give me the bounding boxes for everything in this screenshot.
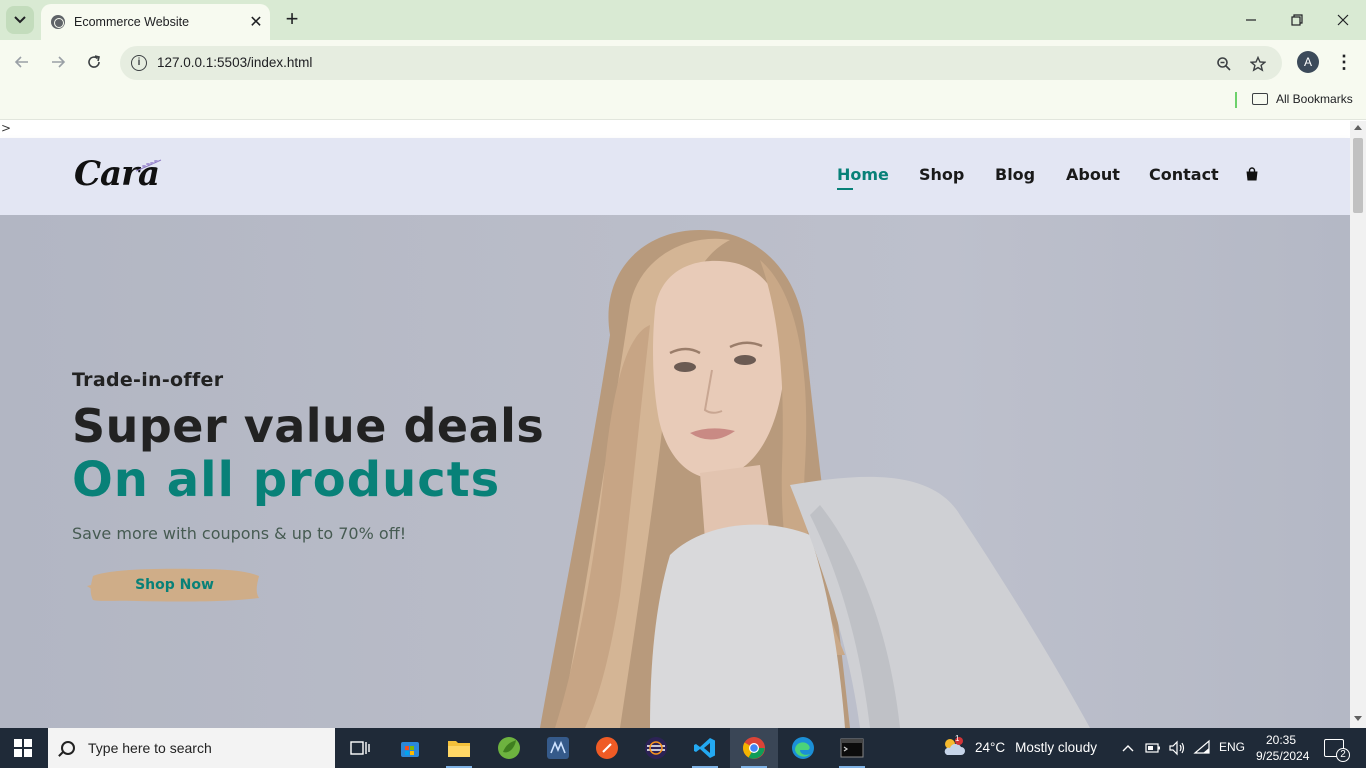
terminal-icon[interactable] <box>828 728 876 768</box>
more-menu-icon[interactable]: ⋮ <box>1334 51 1354 73</box>
nav-home[interactable]: Home <box>837 165 889 190</box>
wifi-icon[interactable] <box>1193 739 1211 760</box>
all-bookmarks-button[interactable]: All Bookmarks <box>1252 92 1353 106</box>
bookmark-star-icon[interactable] <box>1248 54 1268 74</box>
hero-headline: Super value deals <box>72 399 545 453</box>
site-info-icon[interactable]: i <box>131 55 147 71</box>
shop-now-button[interactable]: Shop Now <box>87 564 262 606</box>
taskbar-clock[interactable]: 20:35 9/25/2024 <box>1256 732 1310 764</box>
site-header: Cara Home Shop Blog About Contact <box>0 138 1350 215</box>
weather-widget[interactable]: 1 24°C Mostly cloudy <box>941 734 1097 757</box>
all-bookmarks-label: All Bookmarks <box>1276 92 1353 106</box>
page-scrollbar[interactable] <box>1350 121 1366 728</box>
zoom-icon[interactable] <box>1214 54 1234 74</box>
hero-kicker: Trade-in-offer <box>72 369 224 391</box>
search-icon <box>61 741 75 755</box>
chevron-down-icon <box>14 16 26 24</box>
scrollbar-thumb[interactable] <box>1353 138 1363 213</box>
clock-time: 20:35 <box>1265 733 1297 747</box>
browser-tab-bar: Ecommerce Website ✕ + <box>0 0 1366 40</box>
nav-contact[interactable]: Contact <box>1149 165 1219 184</box>
minimize-button[interactable] <box>1239 8 1263 32</box>
language-indicator[interactable]: ENG <box>1219 740 1245 754</box>
volume-icon[interactable] <box>1168 739 1186 760</box>
search-placeholder: Type here to search <box>88 740 212 756</box>
windows-taskbar: Type here to search 1 24°C Mostly cloudy <box>0 728 1366 768</box>
notification-count-badge: 2 <box>1336 748 1350 762</box>
postman-icon[interactable] <box>583 728 631 768</box>
globe-icon <box>51 15 65 29</box>
nav-blog[interactable]: Blog <box>995 165 1035 184</box>
forward-icon[interactable] <box>46 50 70 74</box>
address-url: 127.0.0.1:5503/index.html <box>157 55 313 70</box>
nav-about[interactable]: About <box>1066 165 1120 184</box>
bookmarks-separator <box>1235 92 1237 108</box>
windows-start-icon[interactable] <box>14 739 32 757</box>
folder-icon <box>1252 93 1268 105</box>
shopping-bag-icon[interactable] <box>1245 167 1259 181</box>
hero-section: Trade-in-offer Super value deals On all … <box>0 215 1350 728</box>
reload-icon[interactable] <box>82 50 106 74</box>
tab-title: Ecommerce Website <box>74 15 190 29</box>
spring-tool-icon[interactable] <box>485 728 533 768</box>
task-view-icon[interactable] <box>336 728 384 768</box>
clock-date: 9/25/2024 <box>1256 749 1310 763</box>
cloudy-weather-icon <box>941 737 965 757</box>
restore-button[interactable] <box>1285 8 1309 32</box>
taskbar-search-box[interactable]: Type here to search <box>48 728 335 768</box>
shop-now-label: Shop Now <box>135 577 214 593</box>
lavender-sprig-icon <box>136 159 162 172</box>
browser-tab[interactable]: Ecommerce Website ✕ <box>41 4 270 40</box>
tab-search-button[interactable] <box>6 6 34 34</box>
battery-icon[interactable] <box>1145 739 1161 760</box>
page-viewport: > Cara Home Shop Blog About Contact Trad… <box>0 121 1366 728</box>
mysql-workbench-icon[interactable] <box>534 728 582 768</box>
browser-toolbar: i 127.0.0.1:5503/index.html A ⋮ <box>0 40 1366 85</box>
hero-description: Save more with coupons & up to 70% off! <box>72 524 407 543</box>
vscode-icon[interactable] <box>681 728 729 768</box>
weather-badge: 1 <box>955 734 960 743</box>
stray-text: > <box>1 121 12 135</box>
microsoft-store-icon[interactable] <box>386 728 434 768</box>
close-window-button[interactable] <box>1331 8 1355 32</box>
weather-text: Mostly cloudy <box>1015 739 1097 755</box>
new-tab-button[interactable]: + <box>281 8 303 32</box>
weather-temp: 24°C <box>975 739 1006 755</box>
scroll-down-arrow-icon[interactable] <box>1354 716 1362 721</box>
file-explorer-icon[interactable] <box>435 728 483 768</box>
bookmarks-bar: All Bookmarks <box>0 85 1366 120</box>
site-logo[interactable]: Cara <box>74 154 162 194</box>
edge-icon[interactable] <box>779 728 827 768</box>
nav-shop[interactable]: Shop <box>919 165 964 184</box>
close-tab-icon[interactable]: ✕ <box>246 12 266 32</box>
hero-subheadline: On all products <box>72 452 501 508</box>
back-icon[interactable] <box>10 50 34 74</box>
chrome-icon[interactable] <box>730 728 778 768</box>
address-bar[interactable]: i 127.0.0.1:5503/index.html <box>120 46 1282 80</box>
scroll-up-arrow-icon[interactable] <box>1354 125 1362 130</box>
eclipse-icon[interactable] <box>632 728 680 768</box>
show-hidden-icons-chevron-up-icon[interactable] <box>1121 739 1135 760</box>
profile-avatar[interactable]: A <box>1297 51 1319 73</box>
